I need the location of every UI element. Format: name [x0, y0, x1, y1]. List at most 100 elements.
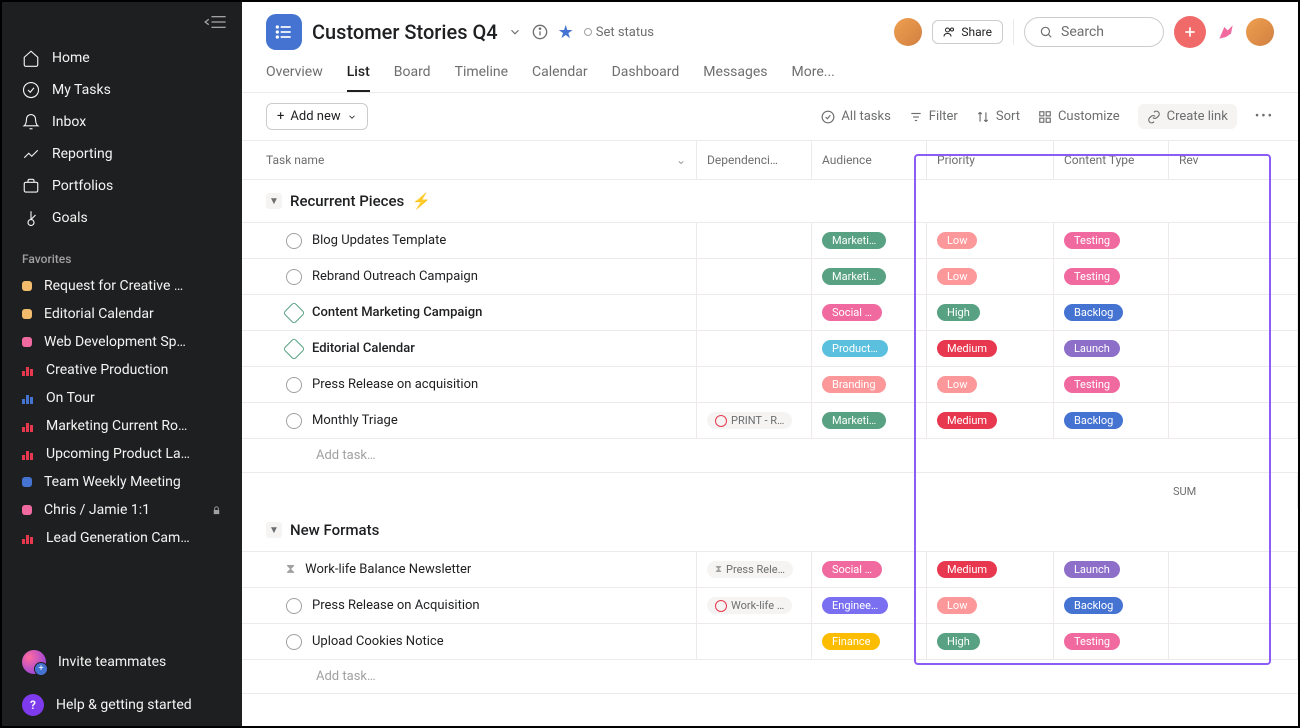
create-link-button[interactable]: Create link [1138, 104, 1237, 129]
nav-my-tasks[interactable]: My Tasks [2, 74, 242, 106]
task-name-cell[interactable]: Upload Cookies Notice [242, 624, 697, 659]
dependency-cell[interactable] [697, 223, 812, 258]
content-type-cell[interactable]: Backlog [1054, 403, 1169, 438]
rev-cell[interactable] [1169, 259, 1298, 294]
favorite-item[interactable]: Marketing Current Ro… [2, 412, 242, 440]
complete-toggle[interactable] [286, 269, 302, 285]
nav-home[interactable]: Home [2, 42, 242, 74]
filter-button[interactable]: Filter [909, 109, 958, 124]
dependency-cell[interactable]: PRINT - R… [697, 403, 812, 438]
priority-cell[interactable]: Medium [927, 403, 1054, 438]
audience-cell[interactable]: Enginee… [812, 588, 927, 623]
content-type-cell[interactable]: Launch [1054, 331, 1169, 366]
dependency-cell[interactable] [697, 367, 812, 402]
audience-cell[interactable]: Marketi… [812, 259, 927, 294]
add-task-input[interactable]: Add task… [242, 438, 1298, 473]
tab-messages[interactable]: Messages [703, 64, 767, 92]
task-name-cell[interactable]: ⧗Work-life Balance Newsletter [242, 552, 697, 587]
dependency-cell[interactable] [697, 331, 812, 366]
rev-cell[interactable] [1169, 223, 1298, 258]
dependency-cell[interactable]: Press Rele… [697, 552, 812, 587]
priority-cell[interactable]: Medium [927, 552, 1054, 587]
favorite-item[interactable]: Editorial Calendar [2, 300, 242, 328]
create-button[interactable] [1174, 16, 1206, 48]
collapse-sidebar-button[interactable] [204, 14, 226, 30]
priority-cell[interactable]: Low [927, 223, 1054, 258]
milestone-icon[interactable] [283, 301, 306, 324]
column-dependencies[interactable]: Dependenci… [697, 141, 812, 179]
favorite-star-button[interactable]: ★ [558, 22, 574, 43]
priority-cell[interactable]: Medium [927, 331, 1054, 366]
sort-button[interactable]: Sort [976, 109, 1020, 124]
favorite-item[interactable]: Creative Production [2, 356, 242, 384]
complete-toggle[interactable] [286, 634, 302, 650]
tab-overview[interactable]: Overview [266, 64, 323, 92]
nav-portfolios[interactable]: Portfolios [2, 170, 242, 202]
celebration-icon[interactable] [1216, 22, 1236, 42]
task-row[interactable]: Press Release on acquisitionBrandingLowT… [242, 366, 1298, 402]
priority-cell[interactable]: High [927, 624, 1054, 659]
add-task-input[interactable]: Add task… [242, 659, 1298, 694]
task-row[interactable]: Blog Updates TemplateMarketi…LowTesting [242, 222, 1298, 258]
task-row[interactable]: Content Marketing CampaignSocial …HighBa… [242, 294, 1298, 330]
column-task-name[interactable]: Task name⌄ [242, 141, 697, 179]
dependency-cell[interactable] [697, 259, 812, 294]
column-audience[interactable]: Audience [812, 141, 927, 179]
task-name-cell[interactable]: Blog Updates Template [242, 223, 697, 258]
task-name-cell[interactable]: Rebrand Outreach Campaign [242, 259, 697, 294]
search-input[interactable]: Search [1024, 17, 1164, 47]
more-actions-button[interactable]: ••• [1255, 109, 1274, 124]
tab-list[interactable]: List [347, 64, 370, 92]
audience-cell[interactable]: Marketi… [812, 403, 927, 438]
add-new-button[interactable]: + Add new [266, 103, 368, 130]
content-type-cell[interactable]: Testing [1054, 367, 1169, 402]
member-avatar[interactable] [894, 18, 922, 46]
customize-button[interactable]: Customize [1038, 109, 1120, 124]
user-avatar[interactable] [1246, 18, 1274, 46]
all-tasks-button[interactable]: All tasks [821, 109, 890, 124]
priority-cell[interactable]: High [927, 295, 1054, 330]
audience-cell[interactable]: Branding [812, 367, 927, 402]
favorite-item[interactable]: Request for Creative … [2, 272, 242, 300]
column-priority[interactable]: Priority [927, 141, 1054, 179]
audience-cell[interactable]: Finance [812, 624, 927, 659]
complete-toggle[interactable] [286, 598, 302, 614]
project-info-button[interactable] [532, 24, 548, 40]
favorite-item[interactable]: Team Weekly Meeting [2, 468, 242, 496]
task-name-cell[interactable]: Monthly Triage [242, 403, 697, 438]
favorite-item[interactable]: Lead Generation Cam… [2, 524, 242, 552]
task-name-cell[interactable]: Editorial Calendar [242, 331, 697, 366]
task-row[interactable]: Editorial Calendar Product…MediumLaunch [242, 330, 1298, 366]
audience-cell[interactable]: Marketi… [812, 223, 927, 258]
priority-cell[interactable]: Low [927, 259, 1054, 294]
rev-cell[interactable] [1169, 403, 1298, 438]
tab-calendar[interactable]: Calendar [532, 64, 588, 92]
content-type-cell[interactable]: Backlog [1054, 588, 1169, 623]
audience-cell[interactable]: Social … [812, 295, 927, 330]
task-row[interactable]: Upload Cookies Notice FinanceHighTesting [242, 623, 1298, 659]
tab-timeline[interactable]: Timeline [455, 64, 508, 92]
invite-teammates-button[interactable]: Invite teammates [2, 640, 242, 684]
nav-reporting[interactable]: Reporting [2, 138, 242, 170]
audience-cell[interactable]: Product… [812, 331, 927, 366]
task-name-cell[interactable]: Press Release on acquisition [242, 367, 697, 402]
column-rev[interactable]: Rev [1169, 141, 1298, 179]
favorite-item[interactable]: On Tour [2, 384, 242, 412]
rev-cell[interactable] [1169, 624, 1298, 659]
content-type-cell[interactable]: Backlog [1054, 295, 1169, 330]
content-type-cell[interactable]: Launch [1054, 552, 1169, 587]
priority-cell[interactable]: Low [927, 588, 1054, 623]
tab-more[interactable]: More... [792, 64, 835, 92]
help-button[interactable]: ? Help & getting started [2, 684, 242, 726]
favorite-item[interactable]: Chris / Jamie 1:1 [2, 496, 242, 524]
task-row[interactable]: Press Release on AcquisitionWork-life …E… [242, 587, 1298, 623]
content-type-cell[interactable]: Testing [1054, 624, 1169, 659]
section-header[interactable]: ▼New Formats [242, 509, 1298, 551]
task-row[interactable]: Rebrand Outreach CampaignMarketi…LowTest… [242, 258, 1298, 294]
dependency-cell[interactable] [697, 295, 812, 330]
milestone-icon[interactable] [283, 337, 306, 360]
favorite-item[interactable]: Upcoming Product La… [2, 440, 242, 468]
dependency-cell[interactable]: Work-life … [697, 588, 812, 623]
rev-cell[interactable] [1169, 588, 1298, 623]
rev-cell[interactable] [1169, 331, 1298, 366]
